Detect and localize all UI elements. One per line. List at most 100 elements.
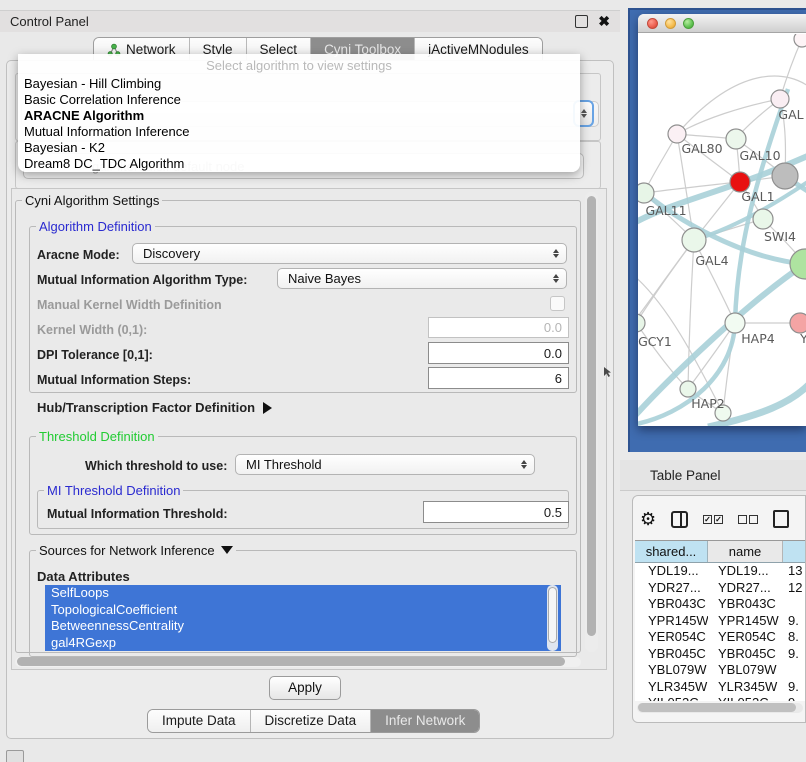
- mi-steps-input[interactable]: 6: [428, 367, 569, 389]
- deselect-all-checks-icon[interactable]: [738, 515, 758, 524]
- network-node[interactable]: [753, 209, 773, 229]
- table-horizontal-scrollbar[interactable]: [637, 703, 803, 713]
- algorithm-option[interactable]: Mutual Information Inference: [18, 124, 580, 140]
- data-attributes-list[interactable]: SelfLoopsTopologicalCoefficientBetweenne…: [45, 585, 561, 651]
- network-node[interactable]: [772, 163, 798, 189]
- columns-icon[interactable]: [671, 511, 688, 528]
- tab-infer-network[interactable]: Infer Network: [371, 710, 479, 732]
- float-panel-icon[interactable]: [575, 15, 588, 28]
- table-cell: YPR145W: [635, 613, 708, 630]
- mi-threshold-input[interactable]: 0.5: [423, 501, 569, 523]
- kernel-width-input[interactable]: 0.0: [428, 317, 569, 338]
- column-header-shared-name[interactable]: shared...: [635, 541, 708, 562]
- network-node[interactable]: [771, 90, 789, 108]
- table-row[interactable]: YPR145WYPR145W9.: [635, 613, 806, 630]
- algorithm-option[interactable]: ARACNE Algorithm: [18, 108, 580, 124]
- network-node[interactable]: [682, 228, 706, 252]
- table-row[interactable]: YER054CYER054C8.: [635, 629, 806, 646]
- combo-arrows-icon: [521, 460, 527, 469]
- table-row[interactable]: YLR345WYLR345W9.: [635, 679, 806, 696]
- select-all-checks-icon[interactable]: ✓✓: [703, 515, 723, 524]
- mi-threshold-label: Mutual Information Threshold:: [47, 507, 228, 521]
- table-header-row: shared... name: [635, 541, 806, 563]
- hub-definition-toggle[interactable]: Hub/Transcription Factor Definition: [37, 400, 272, 415]
- which-threshold-combo[interactable]: MI Threshold: [235, 454, 535, 475]
- sources-title[interactable]: Sources for Network Inference: [36, 543, 236, 558]
- algorithm-option[interactable]: Bayesian - K2: [18, 140, 580, 156]
- network-node[interactable]: [725, 313, 745, 333]
- network-node[interactable]: [680, 381, 696, 397]
- table-cell: YDR27...: [708, 580, 783, 597]
- mi-algorithm-type-combo[interactable]: Naive Bayes: [277, 268, 567, 289]
- table-body: YDL19...YDL19...13YDR27...YDR27...12YBR0…: [635, 563, 806, 701]
- table-panel: ⚙ ✓✓ shared... name YDL19...YDL19...13YD…: [632, 495, 806, 723]
- algorithm-option[interactable]: Dream8 DC_TDC Algorithm: [18, 156, 580, 172]
- window-zoom-icon[interactable]: [683, 18, 694, 29]
- settings-horizontal-scrollbar[interactable]: [15, 657, 581, 667]
- network-window-titlebar[interactable]: [638, 14, 806, 33]
- window-close-icon[interactable]: [647, 18, 658, 29]
- data-attributes-scrollbar[interactable]: [547, 585, 558, 651]
- threshold-definition-title: Threshold Definition: [36, 429, 158, 444]
- kernel-width-label: Kernel Width (0,1):: [37, 323, 147, 337]
- algorithm-option[interactable]: Basic Correlation Inference: [18, 92, 580, 108]
- network-node-label: GAL4: [695, 253, 728, 268]
- table-row[interactable]: YIL052CYIL052C9.: [635, 695, 806, 701]
- window-minimize-icon[interactable]: [665, 18, 676, 29]
- network-node-label: GAL10: [739, 148, 780, 163]
- algorithm-definition-title: Algorithm Definition: [36, 219, 155, 234]
- table-cell: [783, 596, 806, 613]
- table-row[interactable]: YDL19...YDL19...13: [635, 563, 806, 580]
- table-cell: YBL079W: [635, 662, 708, 679]
- network-edge[interactable]: [638, 323, 688, 389]
- control-panel-titlebar: Control Panel ✖: [0, 10, 620, 32]
- network-edge-highlighted[interactable]: [638, 182, 805, 264]
- collapsed-panel-icon[interactable]: [6, 750, 24, 762]
- network-edge[interactable]: [638, 240, 694, 323]
- table-row[interactable]: YDR27...YDR27...12: [635, 580, 806, 597]
- table-panel-title: Table Panel: [650, 468, 721, 483]
- aracne-mode-combo[interactable]: Discovery: [132, 243, 567, 264]
- algorithm-dropdown-hint: Select algorithm to view settings: [18, 58, 580, 76]
- network-canvas[interactable]: GALGAL80GAL10GAL1GAL11SWI4GAL4HAP4YGCY1H…: [638, 34, 806, 426]
- data-attribute-item[interactable]: SelfLoops: [45, 585, 561, 602]
- data-attribute-item[interactable]: gal4RGexp: [45, 635, 561, 652]
- manual-kernel-checkbox[interactable]: [550, 296, 565, 311]
- network-node[interactable]: [794, 34, 806, 47]
- network-edge[interactable]: [677, 99, 780, 134]
- data-attribute-item[interactable]: TopologicalCoefficient: [45, 602, 561, 619]
- algorithm-dropdown-popup: Select algorithm to view settings Bayesi…: [18, 54, 580, 172]
- tab-discretize-data[interactable]: Discretize Data: [251, 710, 372, 732]
- table-cell: 9.: [783, 679, 806, 696]
- column-header-name[interactable]: name: [708, 541, 783, 562]
- network-node[interactable]: [726, 129, 746, 149]
- gear-icon[interactable]: ⚙: [640, 510, 656, 528]
- network-window[interactable]: GALGAL80GAL10GAL1GAL11SWI4GAL4HAP4YGCY1H…: [638, 14, 806, 426]
- network-node[interactable]: [638, 183, 654, 203]
- table-row[interactable]: YBL079WYBL079W: [635, 662, 806, 679]
- network-node[interactable]: [790, 313, 806, 333]
- mi-threshold-definition-title: MI Threshold Definition: [44, 483, 183, 498]
- table-row[interactable]: YBR043CYBR043C: [635, 596, 806, 613]
- data-attribute-item[interactable]: BetweennessCentrality: [45, 618, 561, 635]
- tab-impute-data[interactable]: Impute Data: [148, 710, 251, 732]
- mi-steps-label: Mutual Information Steps:: [37, 373, 191, 387]
- network-node[interactable]: [638, 314, 645, 332]
- dpi-tolerance-input[interactable]: 0.0: [428, 342, 569, 364]
- network-edge[interactable]: [688, 240, 694, 389]
- column-header-partial[interactable]: [783, 541, 806, 562]
- aracne-mode-label: Aracne Mode:: [37, 248, 120, 262]
- export-table-icon[interactable]: [773, 510, 789, 528]
- apply-button[interactable]: Apply: [269, 676, 341, 700]
- table-cell: YIL052C: [708, 695, 783, 701]
- table-cell: 13: [783, 563, 806, 580]
- node-table: shared... name YDL19...YDL19...13YDR27..…: [635, 540, 806, 701]
- mi-algorithm-type-label: Mutual Information Algorithm Type:: [37, 273, 247, 287]
- close-panel-icon[interactable]: ✖: [598, 16, 610, 27]
- algorithm-option[interactable]: Bayesian - Hill Climbing: [18, 76, 580, 92]
- network-node-label: GCY1: [638, 334, 672, 349]
- table-cell: [783, 662, 806, 679]
- table-row[interactable]: YBR045CYBR045C9.: [635, 646, 806, 663]
- settings-vertical-scrollbar[interactable]: [585, 192, 598, 652]
- network-edge[interactable]: [638, 240, 694, 324]
